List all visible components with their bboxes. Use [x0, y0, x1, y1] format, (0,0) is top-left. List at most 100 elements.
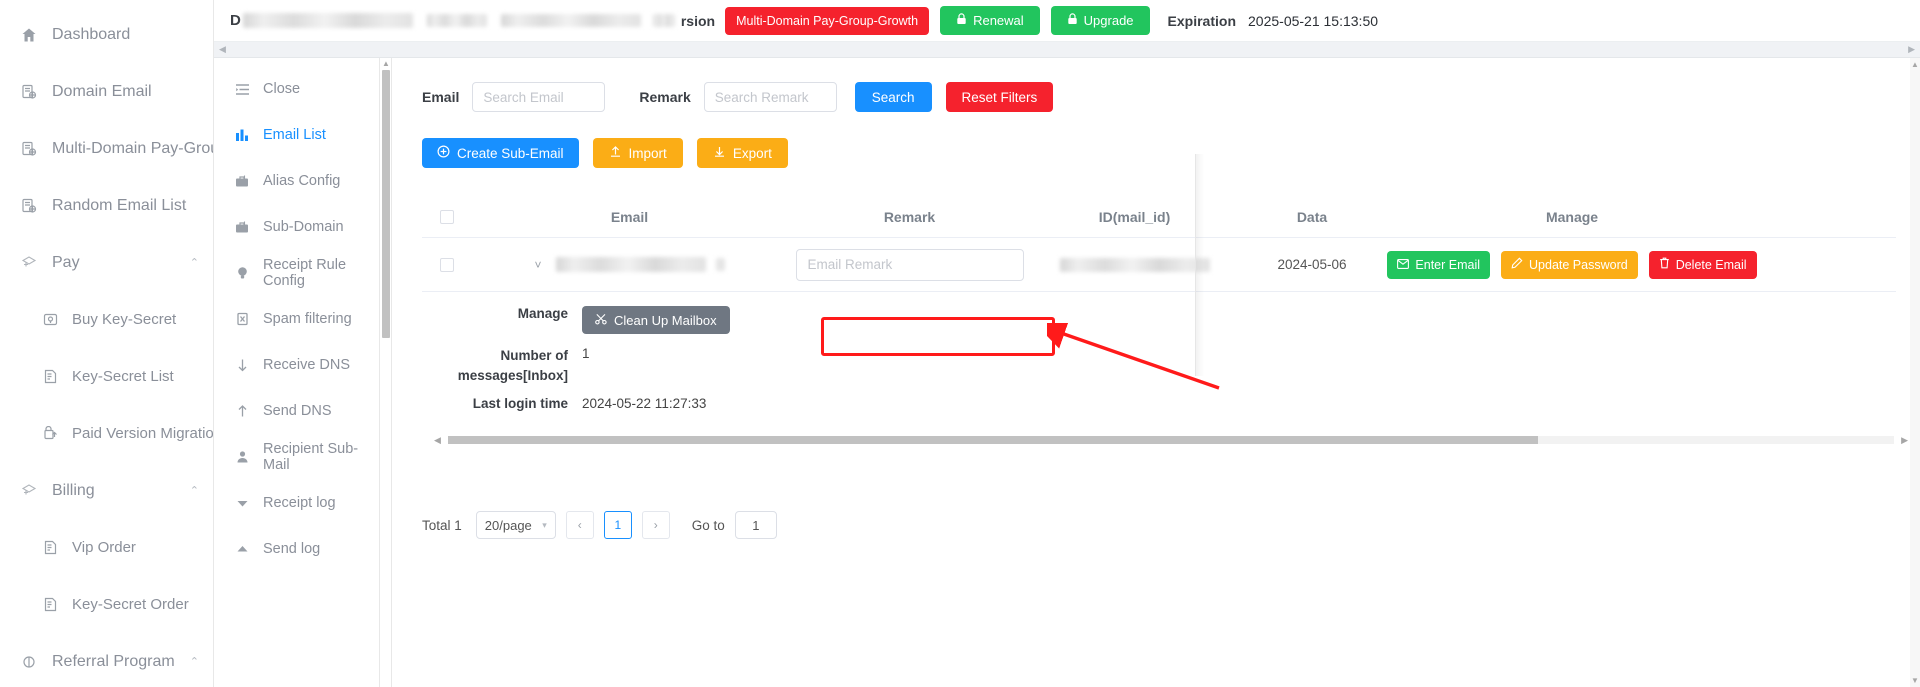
row-expand-icon[interactable]: ˅: [534, 258, 541, 272]
sidebar-item-referral-program-group[interactable]: Referral Program ⌃: [0, 633, 213, 687]
search-button[interactable]: Search: [854, 82, 932, 112]
clean-up-mailbox-label: Clean Up Mailbox: [614, 312, 717, 328]
menu-item-email-list[interactable]: Email List: [214, 112, 379, 158]
body-region: Close Email List Alias Config Sub-Domain…: [214, 58, 1920, 687]
search-email-input[interactable]: [472, 82, 606, 112]
detail-manage-row: Manage Clean Up Mailbox: [422, 306, 1896, 334]
row-detail-panel: Manage Clean Up Mailbox Number of messag…: [422, 292, 1896, 431]
sidebar-item-label: Vip Order: [72, 539, 136, 556]
detail-count-label-line1: Number of: [500, 348, 569, 363]
reset-filters-button[interactable]: Reset Filters: [945, 82, 1054, 112]
menu-item-label: Recipient Sub-Mail: [263, 441, 359, 473]
create-sub-email-button[interactable]: Create Sub-Email: [422, 138, 579, 168]
prev-page-button[interactable]: ‹: [565, 511, 594, 539]
menu-item-label: Alias Config: [263, 173, 341, 189]
chevron-up-icon: ⌃: [189, 656, 199, 668]
menu-item-label: Receipt Rule Config: [263, 257, 347, 289]
subdomain-icon: [232, 220, 252, 234]
app-root: Dashboard Domain Email Multi-Domain Pay-…: [0, 0, 1920, 687]
sidebar-item-paid-version-migration[interactable]: Paid Version Migration: [0, 405, 213, 462]
lock-icon: [956, 13, 967, 28]
panel-edge-shadow: [1196, 154, 1204, 376]
row-checkbox[interactable]: [440, 257, 454, 272]
sidebar-item-key-secret-list[interactable]: Key-Secret List: [0, 348, 213, 405]
export-button[interactable]: Export: [696, 138, 788, 168]
sidebar-item-label: Pay: [52, 253, 80, 271]
sidebar-item-key-secret-order[interactable]: Key-Secret Order: [0, 576, 213, 633]
redacted-domain-1: [242, 13, 413, 28]
menu-item-receipt-rule-config[interactable]: Receipt Rule Config: [214, 250, 379, 296]
search-remark-input[interactable]: [703, 82, 837, 112]
menu-item-receipt-log[interactable]: Receipt log: [214, 480, 379, 526]
lock-icon: [1067, 13, 1078, 28]
import-button[interactable]: Import: [592, 138, 683, 168]
triangle-up-icon: [232, 544, 252, 554]
pay-icon: [18, 254, 40, 271]
page-scroll-down-icon[interactable]: ▼: [1911, 676, 1919, 685]
scroll-up-icon[interactable]: ▲: [382, 60, 390, 68]
page-scrollbar[interactable]: ▲ ▼: [1910, 58, 1920, 687]
sidebar-item-buy-key-secret[interactable]: Buy Key-Secret: [0, 291, 213, 348]
redacted-email: [555, 257, 706, 272]
table-scrollbar-thumb[interactable]: [448, 436, 1538, 444]
sidebar-item-label: Billing: [52, 481, 95, 499]
delete-email-button[interactable]: Delete Email: [1648, 250, 1757, 279]
page-size-label: 20/page: [484, 517, 532, 533]
sidebar-item-random-email-list[interactable]: Random Email List: [0, 177, 213, 234]
menu-item-sub-domain[interactable]: Sub-Domain: [214, 204, 379, 250]
menu-item-spam-filtering[interactable]: Spam filtering: [214, 296, 379, 342]
horizontal-scroll-strip[interactable]: ◀ ▶: [214, 42, 1920, 58]
arrow-up-icon: [232, 404, 252, 418]
menu-item-send-dns[interactable]: Send DNS: [214, 388, 379, 434]
sidebar-item-multi-domain-pay-group[interactable]: Multi-Domain Pay-Group: [0, 120, 213, 177]
email-table: Email Remark ID(mail_id) Data Manage ˅ E…: [422, 196, 1908, 449]
scroll-left-icon[interactable]: ◀: [219, 44, 226, 55]
menu-item-close[interactable]: Close: [214, 66, 379, 112]
update-password-button[interactable]: Update Password: [1501, 250, 1638, 279]
menu-item-receive-dns[interactable]: Receive DNS: [214, 342, 379, 388]
import-label: Import: [628, 145, 667, 161]
menu-item-alias-config[interactable]: Alias Config: [214, 158, 379, 204]
enter-email-button[interactable]: Enter Email: [1387, 250, 1491, 279]
mail-icon: [1397, 258, 1410, 272]
scroll-right-icon[interactable]: ▶: [1908, 44, 1915, 55]
sidebar-item-dashboard[interactable]: Dashboard: [0, 6, 213, 63]
table-scroll-left-icon[interactable]: ◀: [434, 435, 441, 445]
column-header-email: Email: [610, 208, 649, 225]
next-page-button[interactable]: ›: [641, 511, 670, 539]
upgrade-label: Upgrade: [1083, 13, 1134, 28]
goto-page-input[interactable]: [734, 511, 777, 539]
table-scroll-right-icon[interactable]: ▶: [1901, 435, 1908, 445]
sidebar: Dashboard Domain Email Multi-Domain Pay-…: [0, 0, 214, 687]
redacted-domain-3: [500, 14, 641, 27]
detail-last-login-row: Last login time 2024-05-22 11:27:33: [422, 396, 1896, 411]
key-icon: [40, 312, 60, 327]
select-all-checkbox[interactable]: [440, 209, 454, 224]
page-size-select[interactable]: 20/page ▾: [475, 511, 556, 539]
page-number-button[interactable]: 1: [603, 511, 632, 539]
cell-mail-id: [1032, 257, 1237, 272]
sidebar-item-domain-email[interactable]: Domain Email: [0, 63, 213, 120]
upgrade-button[interactable]: Upgrade: [1050, 6, 1150, 35]
menu-scrollbar[interactable]: ▲: [380, 58, 392, 687]
page-scroll-up-icon[interactable]: ▲: [1911, 60, 1919, 69]
table-horizontal-scrollbar[interactable]: ◀ ▶: [434, 435, 1908, 449]
email-remark-input[interactable]: [795, 248, 1024, 281]
menu-item-send-log[interactable]: Send log: [214, 526, 379, 572]
sidebar-item-pay[interactable]: Pay ⌃: [0, 234, 213, 291]
clean-up-mailbox-button[interactable]: Clean Up Mailbox: [582, 306, 730, 334]
renewal-button[interactable]: Renewal: [940, 6, 1040, 35]
pay-icon: [18, 482, 40, 499]
sidebar-item-vip-order[interactable]: Vip Order: [0, 519, 213, 576]
content-panel: Email Remark Search Reset Filters: [392, 58, 1920, 687]
detail-message-count-row: Number of messages[Inbox] 1: [422, 346, 1896, 386]
scissors-icon: [595, 313, 607, 328]
scrollbar-thumb[interactable]: [382, 70, 390, 338]
pencil-icon: [1511, 257, 1523, 272]
list-doc-icon: [40, 369, 60, 384]
sidebar-item-label: Key-Secret List: [72, 368, 174, 385]
sidebar-item-billing[interactable]: Billing ⌃: [0, 462, 213, 519]
menu-item-recipient-sub-mail[interactable]: Recipient Sub-Mail: [214, 434, 379, 480]
export-label: Export: [732, 145, 772, 161]
person-icon: [232, 450, 252, 464]
